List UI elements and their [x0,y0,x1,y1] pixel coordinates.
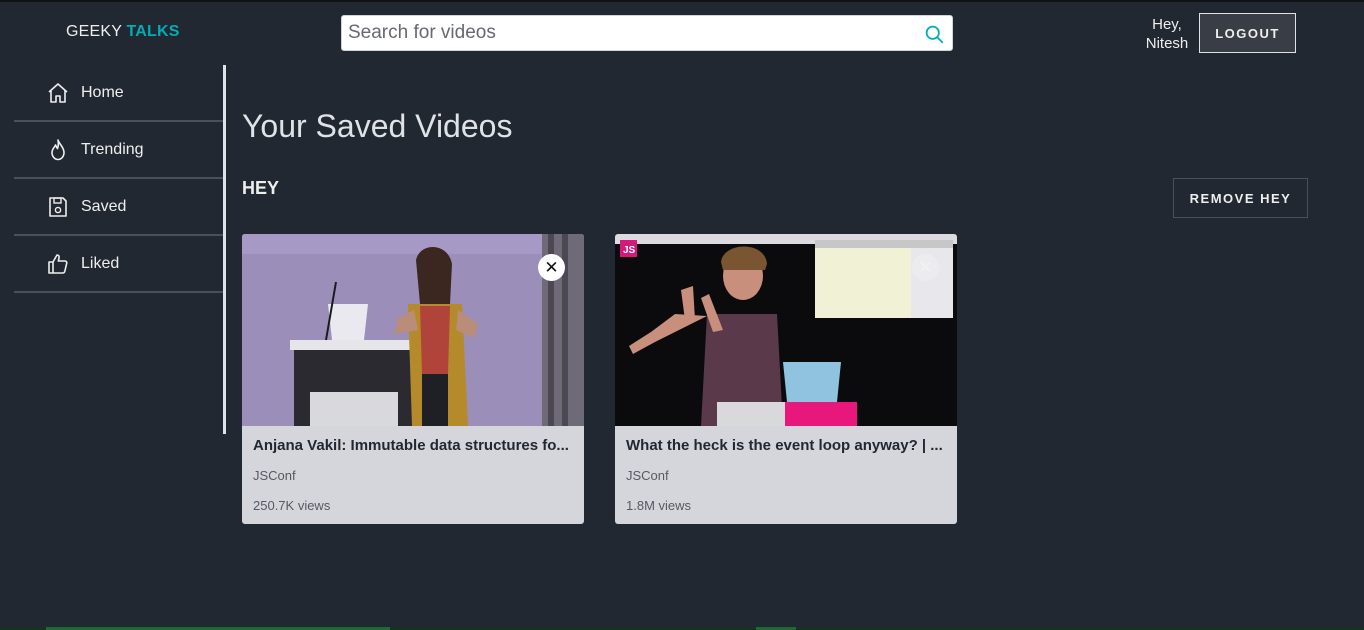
logo-text-geeky: GEEKY [66,23,122,40]
sidebar-divider [223,65,226,434]
saved-list-name: HEY [242,178,280,198]
thumbnail-image: JS [615,234,957,426]
sidebar-item-trending[interactable]: Trending [14,122,223,179]
page-title: Your Saved Videos [242,108,513,144]
sidebar-item-label: Liked [81,254,120,272]
top-border [0,0,1364,2]
flame-icon [51,138,65,160]
home-icon [48,82,68,103]
sidebar-item-label: Saved [81,197,127,215]
video-card[interactable]: ✕ Anjana Vakil: Immutable data structure… [242,234,584,524]
thumbnail-image [242,234,584,426]
video-channel: JSConf [626,468,669,483]
video-card[interactable]: JS ✕ What the heck is the event loop any… [615,234,957,524]
user-greeting: Hey, Nitesh [1138,15,1196,53]
search-input[interactable] [348,20,908,46]
sidebar-item-liked[interactable]: Liked [14,236,223,293]
sidebar: Home Trending Saved Liked [14,65,226,434]
greeting-text: Hey, [1152,16,1182,33]
search-bar [341,15,953,51]
thumbs-up-icon [48,253,68,274]
js-badge: JS [623,245,636,256]
video-thumbnail[interactable]: JS [615,234,957,426]
sidebar-item-saved[interactable]: Saved [14,179,223,236]
logout-button[interactable]: LOGOUT [1199,13,1296,53]
sidebar-item-label: Trending [81,140,144,158]
video-title[interactable]: Anjana Vakil: Immutable data structures … [253,437,575,454]
remove-video-button[interactable]: ✕ [912,254,939,281]
video-title[interactable]: What the heck is the event loop anyway? … [626,437,948,454]
sidebar-item-home[interactable]: Home [14,65,223,122]
search-icon[interactable] [924,24,945,45]
app-logo[interactable]: GEEKY TALKS [66,23,180,41]
video-thumbnail[interactable] [242,234,584,426]
video-channel: JSConf [253,468,296,483]
username-text: Nitesh [1145,35,1189,52]
video-views: 1.8M views [626,498,692,513]
remove-list-button[interactable]: REMOVE HEY [1173,178,1308,218]
sidebar-item-label: Home [81,83,124,101]
video-views: 250.7K views [253,498,331,513]
save-icon [49,196,67,217]
logo-text-talks: TALKS [126,23,180,40]
remove-video-button[interactable]: ✕ [538,254,565,281]
